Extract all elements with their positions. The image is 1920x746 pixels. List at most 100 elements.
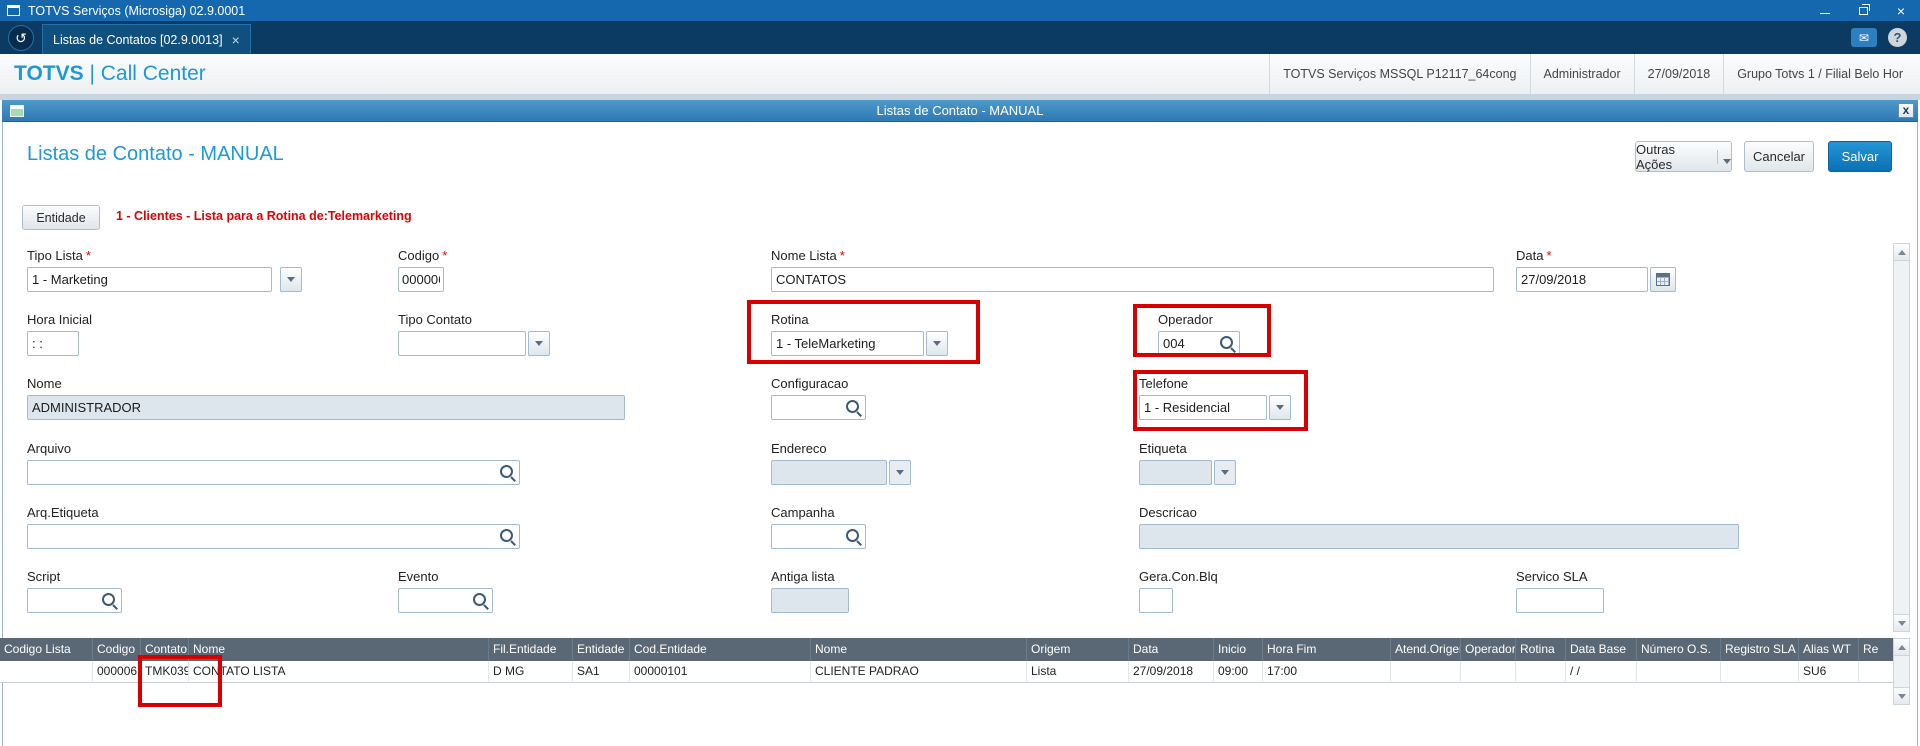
- os-window-title: TOTVS Serviços (Microsiga) 02.9.0001: [28, 3, 246, 18]
- dialog-close-button[interactable]: x: [1898, 103, 1914, 118]
- arquivo-input[interactable]: [27, 460, 520, 485]
- grid-cell[interactable]: CONTATO LISTA: [189, 661, 489, 683]
- grid-cell[interactable]: 000006: [93, 661, 141, 683]
- grid-header-cell[interactable]: Entidade: [573, 638, 630, 661]
- grid-cell[interactable]: SA1: [573, 661, 630, 683]
- search-icon[interactable]: [1220, 336, 1233, 349]
- calendar-icon: [1656, 273, 1670, 286]
- grid-cell[interactable]: [1859, 661, 1893, 683]
- form-scrollbar[interactable]: [1893, 243, 1910, 632]
- nome-lista-input[interactable]: [771, 267, 1494, 292]
- back-button[interactable]: ↺: [8, 25, 34, 51]
- grid-header: Codigo Lista Codigo Contato Nome Fil.Ent…: [0, 638, 1893, 661]
- dialog-right-border: [1917, 122, 1918, 746]
- label-text: Codigo: [398, 248, 440, 263]
- arrow-up-icon: [1897, 644, 1906, 650]
- minimize-button[interactable]: [1806, 0, 1844, 21]
- grid-header-cell[interactable]: Inicio: [1214, 638, 1263, 661]
- servico-sla-input[interactable]: [1516, 588, 1604, 613]
- grid-row[interactable]: 000006 TMK039 CONTATO LISTA D MG SA1 000…: [0, 661, 1893, 683]
- search-icon[interactable]: [500, 465, 513, 478]
- grid-header-cell[interactable]: Registro SLA: [1721, 638, 1799, 661]
- field-antiga-lista: Antiga lista: [771, 569, 849, 613]
- grid-header-cell[interactable]: Hora Fim: [1263, 638, 1391, 661]
- search-icon[interactable]: [846, 529, 859, 542]
- grid-scroll-up-button[interactable]: [1894, 639, 1909, 656]
- mail-icon[interactable]: ✉: [1851, 28, 1877, 47]
- grid-cell[interactable]: [1721, 661, 1799, 683]
- hora-inicial-input[interactable]: [27, 331, 79, 356]
- grid-header-cell[interactable]: Contato: [141, 638, 189, 661]
- grid-header-cell[interactable]: Fil.Entidade: [489, 638, 573, 661]
- grid-scroll-down-button[interactable]: [1894, 687, 1909, 704]
- cancelar-button[interactable]: Cancelar: [1744, 141, 1814, 172]
- gera-con-blq-input[interactable]: [1139, 588, 1173, 613]
- grid-header-cell[interactable]: Codigo: [93, 638, 141, 661]
- grid-cell[interactable]: [1637, 661, 1721, 683]
- scroll-down-button[interactable]: [1894, 614, 1909, 631]
- grid-cell[interactable]: CLIENTE PADRAO: [811, 661, 1027, 683]
- grid-cell[interactable]: 00000101: [630, 661, 811, 683]
- outras-acoes-button[interactable]: Outras Ações: [1635, 141, 1732, 172]
- search-icon[interactable]: [102, 593, 115, 606]
- grid-header-cell[interactable]: Atend.Origem: [1391, 638, 1461, 661]
- grid-header-cell[interactable]: Data Base: [1566, 638, 1637, 661]
- tipo-contato-input[interactable]: [398, 331, 526, 356]
- close-button[interactable]: ×: [1882, 0, 1920, 21]
- codigo-input[interactable]: [398, 267, 444, 292]
- grid-header-cell[interactable]: Rotina: [1516, 638, 1566, 661]
- grid-cell[interactable]: / /: [1566, 661, 1637, 683]
- grid-header-cell[interactable]: Codigo Lista: [0, 638, 93, 661]
- grid-cell[interactable]: Lista: [1027, 661, 1129, 683]
- app-window-icon: [7, 5, 20, 16]
- grid-header-cell[interactable]: Número O.S.: [1637, 638, 1721, 661]
- dialog-titlebar[interactable]: Listas de Contato - MANUAL x: [2, 100, 1918, 122]
- scroll-up-button[interactable]: [1894, 244, 1909, 261]
- grid-header-cell[interactable]: Nome: [189, 638, 489, 661]
- telefone-input[interactable]: [1139, 395, 1267, 420]
- grid-scrollbar[interactable]: [1893, 638, 1910, 705]
- grid-cell[interactable]: 09:00: [1214, 661, 1263, 683]
- tab-listas-de-contatos[interactable]: Listas de Contatos [02.9.0013] ×: [42, 24, 251, 54]
- grid-cell[interactable]: 27/09/2018: [1129, 661, 1214, 683]
- grid-cell[interactable]: TMK039: [141, 661, 189, 683]
- arq-etiqueta-input[interactable]: [27, 524, 520, 549]
- outras-acoes-arrow[interactable]: [1717, 149, 1731, 164]
- search-icon[interactable]: [473, 593, 486, 606]
- data-input[interactable]: [1516, 267, 1648, 292]
- field-nome: Nome: [27, 376, 625, 420]
- grid-header-cell[interactable]: Operador: [1461, 638, 1516, 661]
- rotina-dropdown-button[interactable]: [926, 331, 948, 356]
- antiga-lista-input: [771, 588, 849, 613]
- tipo-contato-label: Tipo Contato: [398, 312, 472, 327]
- grid-cell[interactable]: [1461, 661, 1516, 683]
- entidade-button[interactable]: Entidade: [22, 205, 100, 230]
- tipo-lista-dropdown-button[interactable]: [280, 267, 302, 292]
- grid-cell[interactable]: [1516, 661, 1566, 683]
- tab-close-icon[interactable]: ×: [232, 32, 240, 48]
- grid-cell[interactable]: D MG: [489, 661, 573, 683]
- grid-header-cell[interactable]: Origem: [1027, 638, 1129, 661]
- window-controls: ×: [1806, 0, 1920, 21]
- grid-header-cell[interactable]: Re: [1859, 638, 1893, 661]
- search-icon[interactable]: [846, 400, 859, 413]
- tipo-contato-dropdown-button[interactable]: [528, 331, 550, 356]
- grid-cell[interactable]: 17:00: [1263, 661, 1391, 683]
- field-rotina: Rotina: [771, 312, 948, 356]
- grid-cell[interactable]: SU6: [1799, 661, 1859, 683]
- rotina-input[interactable]: [771, 331, 924, 356]
- calendar-button[interactable]: [1650, 267, 1676, 292]
- grid-header-cell[interactable]: Nome: [811, 638, 1027, 661]
- chevron-down-icon: [1723, 158, 1731, 164]
- grid-cell[interactable]: [1391, 661, 1461, 683]
- tipo-lista-input[interactable]: [27, 267, 272, 292]
- grid-header-cell[interactable]: Cod.Entidade: [630, 638, 811, 661]
- restore-button[interactable]: [1844, 0, 1882, 21]
- salvar-button[interactable]: Salvar: [1828, 141, 1892, 172]
- search-icon[interactable]: [500, 529, 513, 542]
- help-icon[interactable]: ?: [1888, 28, 1907, 47]
- grid-header-cell[interactable]: Alias WT: [1799, 638, 1859, 661]
- grid-cell[interactable]: [0, 661, 93, 683]
- grid-header-cell[interactable]: Data: [1129, 638, 1214, 661]
- telefone-dropdown-button[interactable]: [1269, 395, 1291, 420]
